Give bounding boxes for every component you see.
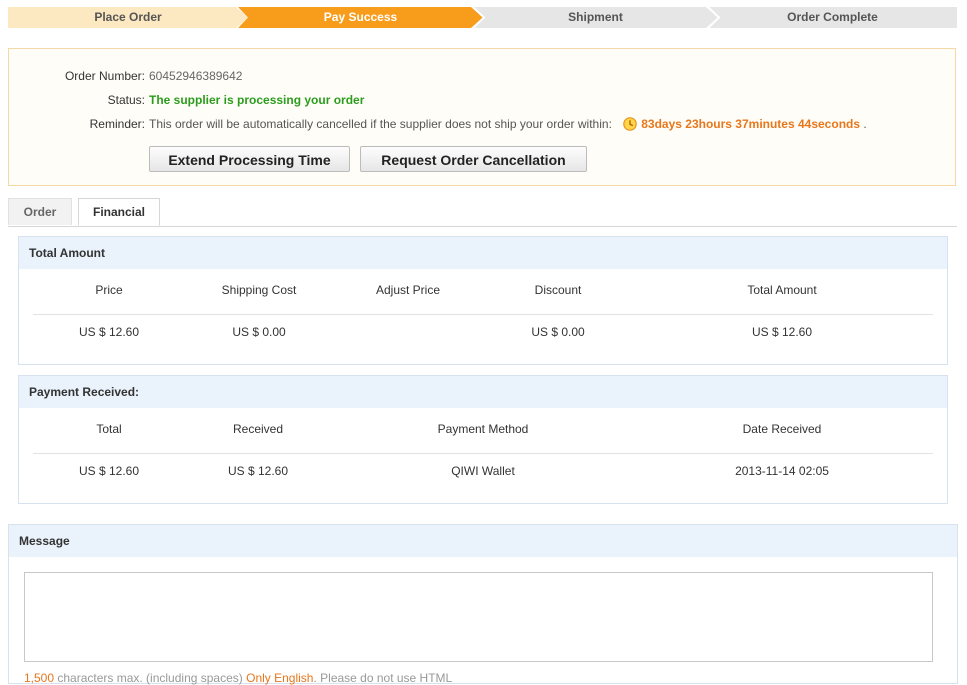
- extend-processing-time-button[interactable]: Extend Processing Time: [149, 146, 350, 172]
- countdown-suffix: .: [863, 117, 867, 131]
- value-received: US $ 12.60: [227, 464, 289, 478]
- header-received: Received: [232, 422, 284, 436]
- step-shipment: Shipment: [473, 7, 718, 28]
- tab-order[interactable]: Order: [8, 198, 72, 225]
- header-total-amount: Total Amount: [747, 283, 817, 297]
- message-hint: 1,500 characters max. (including spaces)…: [24, 671, 452, 685]
- request-order-cancellation-button[interactable]: Request Order Cancellation: [360, 146, 587, 172]
- hint-language: Only English: [246, 671, 314, 685]
- header-payment-method: Payment Method: [437, 422, 529, 436]
- header-adjust-price: Adjust Price: [375, 283, 441, 297]
- status-label: Status:: [107, 93, 145, 107]
- message-title: Message: [9, 525, 957, 557]
- value-total-amount: US $ 12.60: [751, 325, 813, 339]
- payment-received-title: Payment Received:: [19, 376, 947, 408]
- header-discount: Discount: [534, 283, 582, 297]
- value-discount: US $ 0.00: [531, 325, 585, 339]
- message-textarea[interactable]: [24, 572, 933, 662]
- reminder-text: This order will be automatically cancell…: [149, 117, 612, 131]
- hint-char-limit: 1,500: [24, 671, 55, 685]
- payment-received-panel: Payment Received: Total Received Payment…: [18, 375, 948, 504]
- step-separator: [472, 7, 486, 28]
- header-price: Price: [95, 283, 123, 297]
- reminder-row: Reminder: This order will be automatical…: [9, 116, 949, 132]
- value-date-received: 2013-11-14 02:05: [735, 464, 829, 478]
- table-divider: [33, 314, 933, 315]
- status-row: Status: The supplier is processing your …: [9, 92, 949, 108]
- order-progress-steps: Place Order Pay Success Shipment Order C…: [8, 7, 957, 28]
- status-value: The supplier is processing your order: [149, 93, 365, 107]
- reminder-value: This order will be automatically cancell…: [149, 116, 867, 132]
- tab-financial[interactable]: Financial: [78, 198, 160, 226]
- order-number-label: Order Number:: [64, 69, 145, 83]
- hint-html-note: . Please do not use HTML: [313, 671, 453, 685]
- message-panel: Message 1,500 characters max. (including…: [8, 524, 958, 685]
- step-separator: [707, 7, 721, 28]
- value-payment-method: QIWI Wallet: [451, 464, 515, 478]
- order-number-row: Order Number: 60452946389642: [9, 68, 949, 84]
- total-amount-title: Total Amount: [19, 237, 947, 269]
- step-order-complete: Order Complete: [708, 7, 957, 28]
- table-divider: [33, 453, 933, 454]
- step-pay-success: Pay Success: [238, 7, 483, 28]
- clock-icon: [623, 117, 638, 131]
- order-info-box: Order Number: 60452946389642 Status: The…: [8, 48, 956, 186]
- total-amount-panel: Total Amount Price Shipping Cost Adjust …: [18, 236, 948, 365]
- value-shipping-cost: US $ 0.00: [232, 325, 286, 339]
- step-place-order: Place Order: [8, 7, 248, 28]
- order-tabs: Order Financial: [8, 198, 957, 227]
- order-number-value: 60452946389642: [149, 69, 243, 83]
- hint-text: characters max. (including spaces): [54, 671, 247, 685]
- countdown-timer: 83days 23hours 37minutes 44seconds: [641, 117, 861, 131]
- header-total: Total: [96, 422, 122, 436]
- reminder-label: Reminder:: [89, 117, 145, 131]
- header-shipping-cost: Shipping Cost: [221, 283, 297, 297]
- value-total: US $ 12.60: [78, 464, 140, 478]
- header-date-received: Date Received: [742, 422, 822, 436]
- value-price: US $ 12.60: [78, 325, 140, 339]
